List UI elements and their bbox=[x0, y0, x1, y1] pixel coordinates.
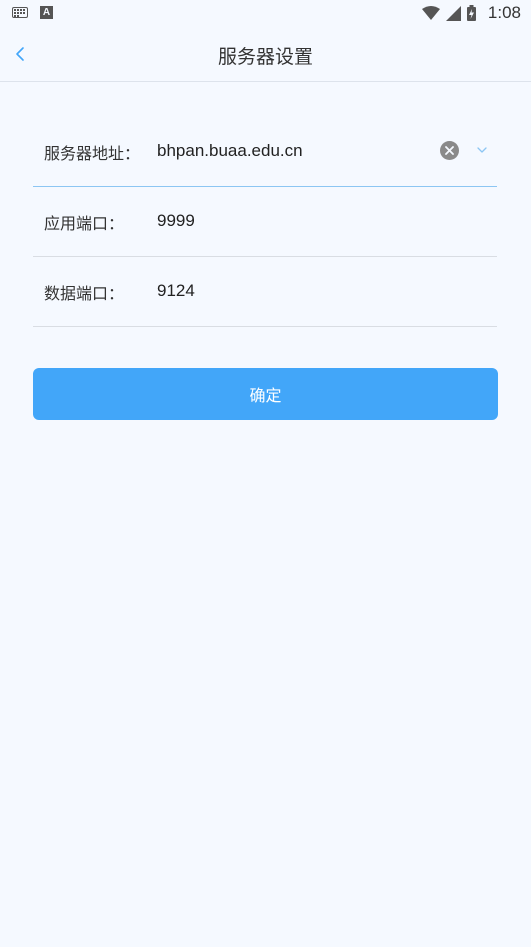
app-port-input[interactable] bbox=[157, 208, 427, 234]
data-port-row: 数据端口： bbox=[33, 258, 497, 327]
status-bar: A 1:08 bbox=[0, 0, 531, 28]
app-port-row: 应用端口： bbox=[33, 188, 497, 257]
status-time: 1:08 bbox=[487, 3, 521, 22]
server-address-row: 服务器地址： bbox=[33, 118, 497, 187]
status-right-icons: 1:08 bbox=[421, 3, 521, 23]
confirm-button[interactable]: 确定 bbox=[33, 368, 498, 420]
data-port-label: 数据端口： bbox=[44, 284, 125, 303]
server-address-label: 服务器地址： bbox=[44, 144, 141, 163]
server-form: 服务器地址： 应用端口： 数据端口： bbox=[33, 118, 497, 328]
battery-charging-icon bbox=[466, 5, 476, 21]
server-settings-screen: A 1:08 服务器设置 服务器地址： bhpan.buaa.edu.cn 应用… bbox=[0, 0, 531, 947]
keyboard-icon bbox=[12, 7, 28, 18]
data-port-input[interactable] bbox=[157, 278, 427, 304]
chevron-down-icon bbox=[477, 147, 487, 153]
page-title: 服务器设置 bbox=[217, 46, 313, 68]
a-icon: A bbox=[40, 6, 53, 19]
clear-button[interactable] bbox=[440, 141, 459, 160]
app-port-label: 应用端口： bbox=[44, 214, 125, 233]
signal-icon bbox=[445, 5, 461, 21]
title-bar: 服务器设置 bbox=[0, 28, 531, 82]
address-dropdown-button[interactable] bbox=[475, 143, 489, 157]
server-address-input[interactable] bbox=[157, 138, 427, 164]
status-left-icons: A bbox=[12, 6, 53, 19]
clear-icon bbox=[445, 146, 454, 155]
wifi-icon bbox=[421, 6, 440, 20]
